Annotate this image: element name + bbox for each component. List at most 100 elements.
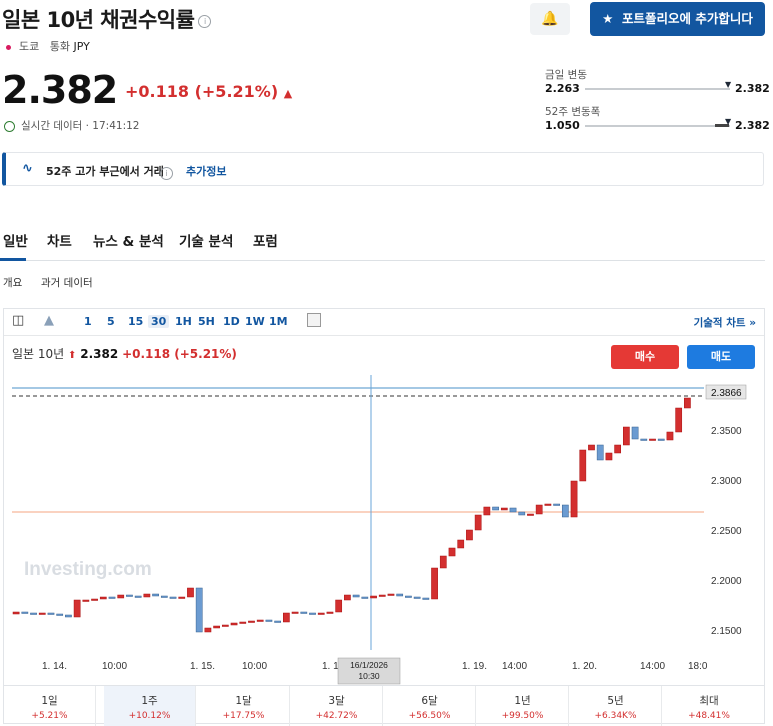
tab-news[interactable]: 뉴스 & 분석 xyxy=(93,230,164,250)
tab-overview[interactable]: 일반 xyxy=(3,230,28,250)
subtab-overview[interactable]: 개요 xyxy=(3,275,22,290)
timeframe-1[interactable]: 1 xyxy=(84,315,92,328)
candle xyxy=(422,597,430,600)
candle xyxy=(126,594,133,597)
candle xyxy=(553,503,560,506)
currency-value: JPY xyxy=(73,40,90,53)
info-icon[interactable]: i xyxy=(198,14,212,28)
week52-range-label: 52주 변동폭 xyxy=(545,106,601,118)
candle xyxy=(457,539,465,549)
candle xyxy=(213,625,220,629)
candle xyxy=(509,507,517,513)
timeframe-1d[interactable]: 1D xyxy=(223,315,240,328)
chart-legend: 일본 10년 ⬆ 2.382 +0.118 (+5.21%) xyxy=(12,345,237,362)
timeframe-1w[interactable]: 1W xyxy=(245,315,265,328)
period-1y[interactable]: 1년 +99.50% xyxy=(477,686,569,726)
timeframe-5[interactable]: 5 xyxy=(107,315,115,328)
candle xyxy=(413,596,421,599)
candle xyxy=(65,614,72,618)
banner-more-link[interactable]: 추가정보 xyxy=(186,163,226,179)
candle xyxy=(178,596,186,599)
candle xyxy=(466,529,473,541)
candle xyxy=(588,444,595,451)
sell-button[interactable]: 매도 xyxy=(687,345,755,369)
up-arrow-icon: ▲ xyxy=(283,87,293,100)
currency-label: 통화 xyxy=(49,40,70,53)
area-chart-icon[interactable]: ▲ xyxy=(44,313,54,328)
candle xyxy=(283,612,290,623)
period-max[interactable]: 최대 +48.41% xyxy=(663,686,755,726)
candle xyxy=(248,620,255,623)
crosshair-tooltip-text: 16/1/2026 xyxy=(350,660,388,670)
candle xyxy=(230,622,238,626)
instrument-name: 일본 10년 채권수익률 xyxy=(2,8,195,32)
legend-name: 일본 10년 xyxy=(12,347,65,361)
candle xyxy=(169,596,177,599)
signal-icon: ∿ xyxy=(22,161,33,176)
tab-technical[interactable]: 기술 분석 xyxy=(179,230,233,250)
alert-button[interactable]: 🔔 xyxy=(530,3,570,35)
candle xyxy=(684,397,691,409)
candle xyxy=(570,480,578,518)
candle xyxy=(152,593,159,597)
timeframe-30[interactable]: 30 xyxy=(148,315,170,328)
tab-forum[interactable]: 포럼 xyxy=(253,230,278,250)
candle xyxy=(544,503,552,506)
candle xyxy=(474,514,482,531)
candle xyxy=(99,596,107,600)
add-to-portfolio-button[interactable]: ★ 포트폴리오에 추가합니다 xyxy=(590,2,765,36)
candle xyxy=(640,438,648,441)
candle xyxy=(527,513,534,516)
candle xyxy=(187,587,194,598)
price-chart[interactable]: Investing.com 2.3500 2.3000 2.2500 2.2000 2.1… xyxy=(4,375,764,685)
subtab-historical[interactable]: 과거 데이터 xyxy=(41,275,93,290)
day-high: 2.382 xyxy=(735,82,770,95)
period-5y[interactable]: 5년 +6.34K% xyxy=(570,686,662,726)
tab-chart[interactable]: 차트 xyxy=(47,230,72,250)
legend-up-icon: ⬆ xyxy=(68,350,77,361)
candle xyxy=(352,594,360,598)
clock-icon xyxy=(4,120,15,132)
chart-toolbar: ◫ ▲ 1 5 15 30 1H 5H 1D 1W 1M 기술적 차트 » xyxy=(4,309,764,336)
week52-range-marker-icon: ▼ xyxy=(725,117,732,126)
period-1w[interactable]: 1주 +10.12% xyxy=(104,686,196,726)
candle xyxy=(30,612,37,615)
candle xyxy=(535,504,543,515)
technical-chart-link[interactable]: 기술적 차트 » xyxy=(694,315,756,330)
star-icon: ★ xyxy=(602,11,614,26)
candle xyxy=(657,438,665,441)
instrument-meta: 도쿄 통화 JPY xyxy=(6,38,90,54)
period-1d[interactable]: 1일 +5.21% xyxy=(4,686,96,726)
candle xyxy=(326,611,334,614)
candle xyxy=(439,555,447,569)
period-3m[interactable]: 3달 +42.72% xyxy=(291,686,383,726)
legend-price: 2.382 xyxy=(80,347,119,361)
banner-info-icon[interactable]: i xyxy=(160,163,173,182)
timeframe-1h[interactable]: 1H xyxy=(175,315,192,328)
candle xyxy=(38,612,46,615)
candle xyxy=(91,598,98,601)
period-1m[interactable]: 1달 +17.75% xyxy=(198,686,290,726)
period-6m[interactable]: 6달 +56.50% xyxy=(384,686,476,726)
x-tick-label: 1. 14. xyxy=(42,661,67,672)
near-52w-high-banner: ∿ 52주 고가 부근에서 거래 i 추가정보 xyxy=(2,152,764,186)
candlestick-icon[interactable]: ◫ xyxy=(12,313,24,328)
x-tick-label: 10:00 xyxy=(102,661,127,672)
price-change: +0.118 (+5.21%) ▲ xyxy=(125,82,292,101)
timeframe-5h[interactable]: 5H xyxy=(198,315,215,328)
day-range-bar xyxy=(585,88,730,90)
week52-range-bar xyxy=(585,125,730,127)
realtime-label: 실시간 데이터 · 17:41:12 xyxy=(21,120,140,132)
day-range-marker-icon: ▼ xyxy=(725,80,732,89)
timeframe-1m[interactable]: 1M xyxy=(269,315,288,328)
timeframe-15[interactable]: 15 xyxy=(128,315,143,328)
day-low: 2.263 xyxy=(545,82,580,95)
candle xyxy=(361,596,369,599)
candle xyxy=(370,595,377,599)
table-view-icon[interactable] xyxy=(307,313,321,327)
main-tabs: 일반 차트 뉴스 & 분석 기술 분석 포럼 xyxy=(0,222,765,261)
candle xyxy=(309,612,316,615)
buy-button[interactable]: 매수 xyxy=(611,345,679,369)
candle xyxy=(274,620,282,623)
y-tick-label: 2.3000 xyxy=(711,476,742,487)
